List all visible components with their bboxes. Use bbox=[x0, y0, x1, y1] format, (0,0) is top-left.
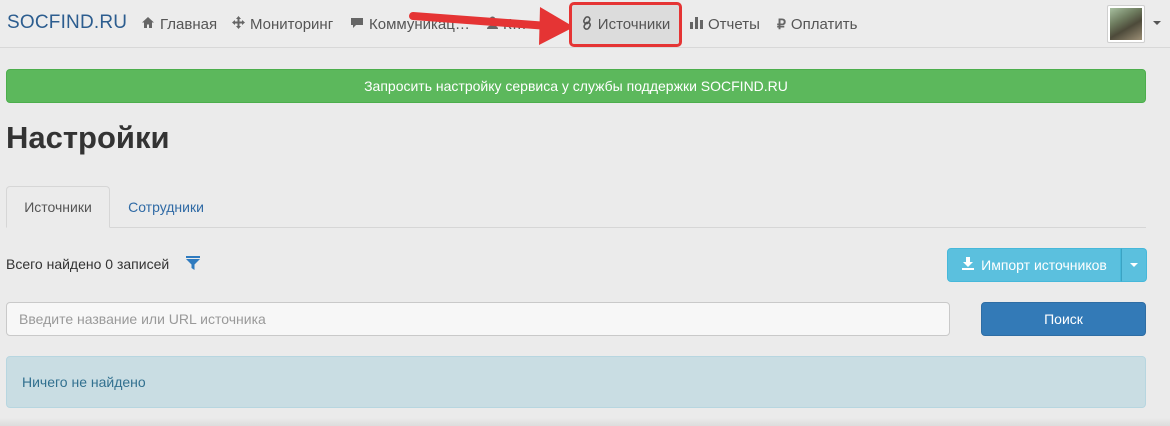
bar-chart-icon bbox=[690, 16, 703, 32]
page-bottom-edge bbox=[0, 418, 1170, 426]
nav-item-label: Источники bbox=[597, 16, 671, 33]
nav-item-label: Отчеты bbox=[708, 15, 760, 33]
ruble-icon: ₽ bbox=[777, 15, 786, 32]
nav-item-monitoring[interactable]: Мониторинг bbox=[232, 14, 333, 34]
link-icon bbox=[581, 16, 593, 33]
nav-item-pay[interactable]: ₽ Оплатить bbox=[777, 14, 857, 34]
user-avatar[interactable] bbox=[1107, 5, 1145, 43]
support-request-banner[interactable]: Запросить настройку сервиса у службы под… bbox=[6, 69, 1146, 103]
page-title: Настройки bbox=[6, 120, 170, 155]
user-icon bbox=[487, 16, 498, 32]
chevron-down-icon bbox=[1130, 263, 1138, 267]
tab-sources[interactable]: Источники bbox=[6, 186, 110, 228]
nav-item-k[interactable]: К… bbox=[487, 14, 527, 34]
nav-item-label: Оплатить bbox=[790, 15, 858, 33]
empty-results-alert: Ничего не найдено bbox=[6, 356, 1146, 408]
import-sources-label: Импорт источников bbox=[981, 257, 1107, 273]
nav-item-label: Мониторинг bbox=[250, 15, 334, 33]
avatar-image bbox=[1110, 8, 1142, 40]
comment-icon bbox=[350, 17, 364, 32]
nav-item-reports[interactable]: Отчеты bbox=[690, 14, 760, 34]
nav-item-communications[interactable]: Коммуникац… bbox=[350, 14, 470, 34]
nav-item-label: Главная bbox=[160, 15, 218, 33]
records-count: Всего найдено 0 записей bbox=[6, 256, 170, 272]
import-sources-group: Импорт источников bbox=[947, 248, 1147, 282]
brand-logo[interactable]: SOCFIND.RU bbox=[7, 12, 127, 34]
import-icon bbox=[961, 257, 975, 273]
filter-icon[interactable] bbox=[186, 256, 200, 270]
search-input[interactable] bbox=[6, 302, 950, 336]
move-icon bbox=[232, 16, 245, 32]
import-dropdown-toggle[interactable] bbox=[1121, 248, 1147, 282]
nav-item-home[interactable]: Главная bbox=[141, 14, 217, 34]
chevron-down-icon[interactable] bbox=[1153, 21, 1161, 25]
nav-item-sources[interactable]: Источники bbox=[569, 2, 682, 47]
nav-item-label: К… bbox=[503, 15, 527, 33]
tab-employees[interactable]: Сотрудники bbox=[114, 186, 218, 228]
home-icon bbox=[141, 16, 155, 32]
nav-item-label: Коммуникац… bbox=[369, 15, 470, 33]
import-sources-button[interactable]: Импорт источников bbox=[947, 248, 1121, 282]
search-button[interactable]: Поиск bbox=[981, 302, 1146, 336]
